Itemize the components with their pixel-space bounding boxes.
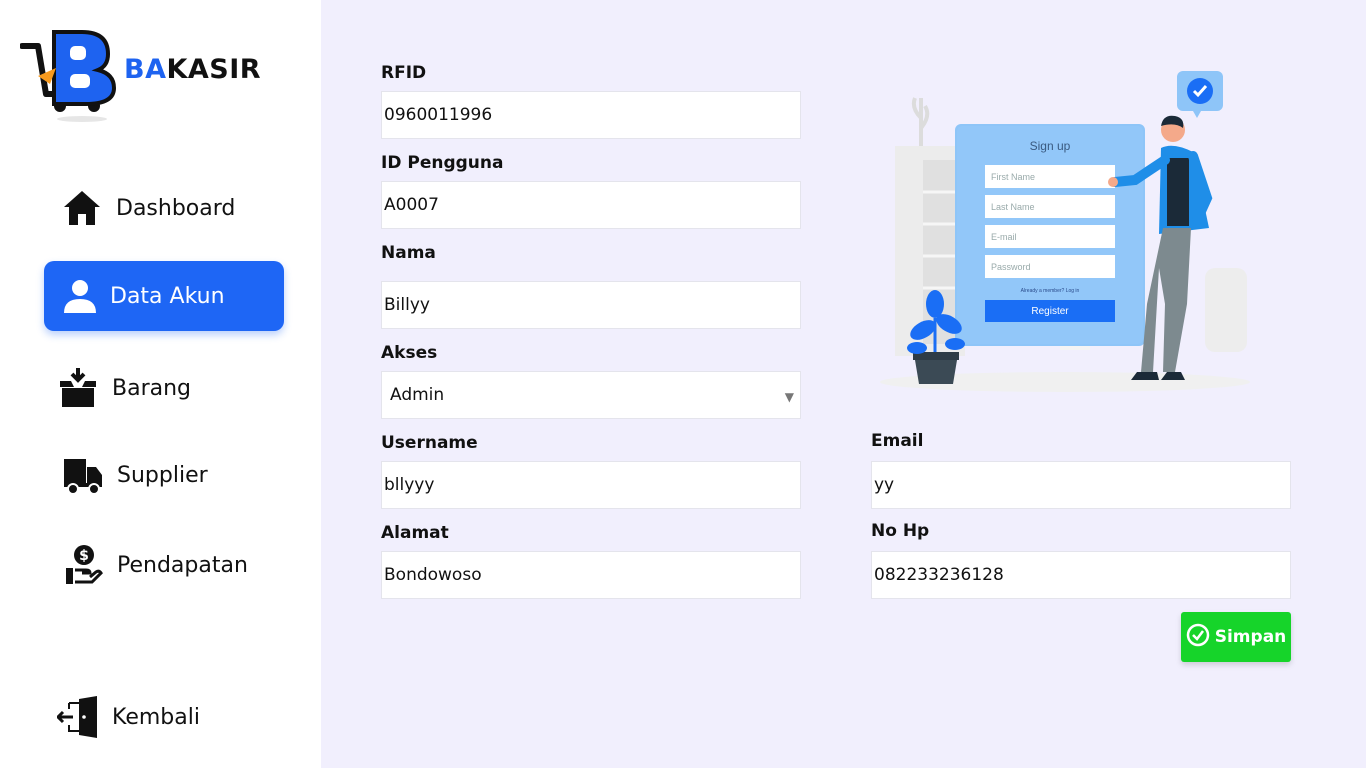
simpan-button[interactable]: Simpan — [1181, 612, 1291, 662]
no-hp-label: No Hp — [871, 521, 930, 541]
id-pengguna-label: ID Pengguna — [381, 153, 504, 173]
akses-select[interactable]: Admin ▼ — [381, 371, 801, 419]
nav-barang[interactable]: Barang — [56, 353, 191, 423]
check-circle-icon — [1186, 623, 1210, 652]
home-icon — [60, 186, 104, 230]
nav-supplier-label: Supplier — [117, 462, 208, 488]
nav-data-akun-label: Data Akun — [110, 283, 225, 309]
illus-register-button: Register — [1031, 306, 1069, 317]
email-input[interactable]: yy — [871, 461, 1291, 509]
username-label: Username — [381, 433, 478, 453]
alamat-input[interactable]: Bondowoso — [381, 551, 801, 599]
illus-field-4: Password — [991, 262, 1031, 272]
svg-text:$: $ — [79, 548, 89, 564]
nav-kembali[interactable]: Kembali — [56, 682, 200, 752]
user-icon — [58, 274, 102, 318]
nav-barang-label: Barang — [112, 375, 192, 401]
nama-label: Nama — [381, 243, 436, 263]
truck-icon — [61, 453, 105, 497]
signup-illustration: Sign up First Name Last Name E-mail Pass… — [875, 68, 1255, 398]
akses-label: Akses — [381, 343, 438, 363]
money-hand-icon: $ — [61, 543, 105, 587]
nav-pendapatan-label: Pendapatan — [117, 552, 248, 578]
email-label: Email — [871, 431, 924, 451]
sidebar: BAKASIR Dashboard Data Akun Barang Suppl… — [0, 0, 321, 768]
exit-door-icon — [56, 695, 100, 739]
illus-field-3: E-mail — [991, 232, 1017, 242]
akses-selected-value: Admin — [390, 385, 445, 405]
bakasir-logo: BAKASIR — [19, 26, 280, 126]
brand-name-part1: BA — [124, 54, 167, 85]
illus-signup-title: Sign up — [1030, 139, 1071, 153]
illus-member-text: Already a member? Log in — [1021, 288, 1080, 294]
alamat-label: Alamat — [381, 523, 449, 543]
rfid-label: RFID — [381, 63, 427, 83]
dropdown-arrow-icon: ▼ — [784, 390, 794, 404]
nav-data-akun[interactable]: Data Akun — [44, 261, 284, 331]
username-input[interactable]: bllyyy — [381, 461, 801, 509]
simpan-label: Simpan — [1214, 627, 1287, 647]
no-hp-input[interactable]: 082233236128 — [871, 551, 1291, 599]
nama-input[interactable]: Billyy — [381, 281, 801, 329]
brand-name: BAKASIR — [124, 54, 261, 85]
box-icon — [56, 366, 100, 410]
brand-name-part2: KASIR — [166, 54, 262, 85]
nav-kembali-label: Kembali — [112, 704, 200, 730]
nav-supplier[interactable]: Supplier — [61, 440, 208, 510]
nav-dashboard-label: Dashboard — [116, 195, 236, 221]
illus-field-1: First Name — [991, 172, 1035, 182]
nav-dashboard[interactable]: Dashboard — [60, 173, 235, 243]
nav-pendapatan[interactable]: $ Pendapatan — [61, 530, 248, 600]
rfid-input[interactable]: 0960011996 — [381, 91, 801, 139]
id-pengguna-input[interactable]: A0007 — [381, 181, 801, 229]
illus-field-2: Last Name — [991, 202, 1035, 212]
cart-logo-icon — [19, 30, 117, 122]
